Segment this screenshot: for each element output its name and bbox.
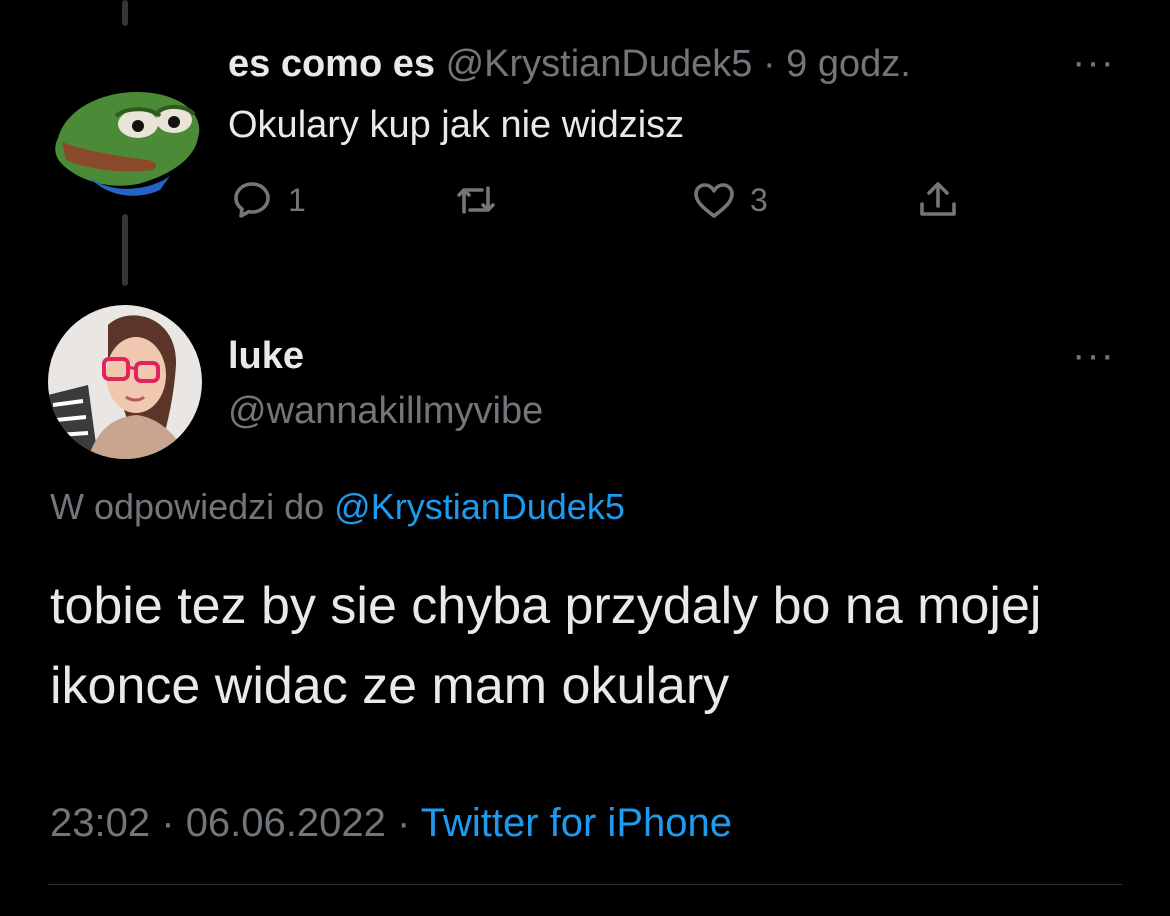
share-button[interactable] (914, 176, 962, 224)
main-display-name[interactable]: luke (228, 334, 304, 378)
reply-time[interactable]: 9 godz. (786, 43, 911, 85)
heart-icon (694, 183, 734, 218)
tweet-meta: 23:02 · 06.06.2022 · Twitter for iPhone (50, 798, 732, 848)
tweet-source-link[interactable]: Twitter for iPhone (421, 801, 732, 845)
thread-line-bottom (122, 214, 128, 286)
like-count: 3 (750, 181, 768, 218)
retweet-icon (457, 186, 495, 214)
reply-handle[interactable]: @KrystianDudek5 (446, 43, 753, 85)
reply-display-name[interactable]: es como es (228, 43, 435, 85)
share-icon (920, 182, 956, 216)
like-button[interactable]: 3 (690, 176, 768, 224)
thread-line-top (122, 0, 128, 26)
separator-dot: · (762, 43, 776, 85)
main-handle[interactable]: @wannakillmyvibe (228, 388, 543, 434)
tweet-date[interactable]: 06.06.2022 (186, 801, 386, 845)
avatar-luke[interactable] (48, 305, 202, 459)
reply-tweet-header: es como es @KrystianDudek5 · 9 godz. (228, 40, 911, 88)
divider (48, 884, 1122, 885)
meta-dot: · (161, 801, 175, 845)
reply-more-icon[interactable]: ··· (1072, 42, 1115, 82)
replying-to: W odpowiedzi do @KrystianDudek5 (50, 484, 625, 530)
main-tweet-text: tobie tez by sie chyba przydaly bo na mo… (50, 577, 1042, 715)
avatar-es-como-es[interactable] (48, 80, 202, 198)
reply-tweet-text: Okulary kup jak nie widzisz (228, 104, 685, 146)
reply-button[interactable]: 1 (228, 176, 306, 224)
retweet-button[interactable] (452, 176, 500, 224)
reply-icon (234, 182, 270, 218)
meta-dot: · (397, 801, 411, 845)
replying-prefix: W odpowiedzi do (50, 486, 325, 527)
main-more-icon[interactable]: ··· (1072, 335, 1115, 375)
replying-to-link[interactable]: @KrystianDudek5 (334, 486, 625, 527)
tweet-time[interactable]: 23:02 (50, 801, 150, 845)
reply-count: 1 (288, 181, 306, 218)
